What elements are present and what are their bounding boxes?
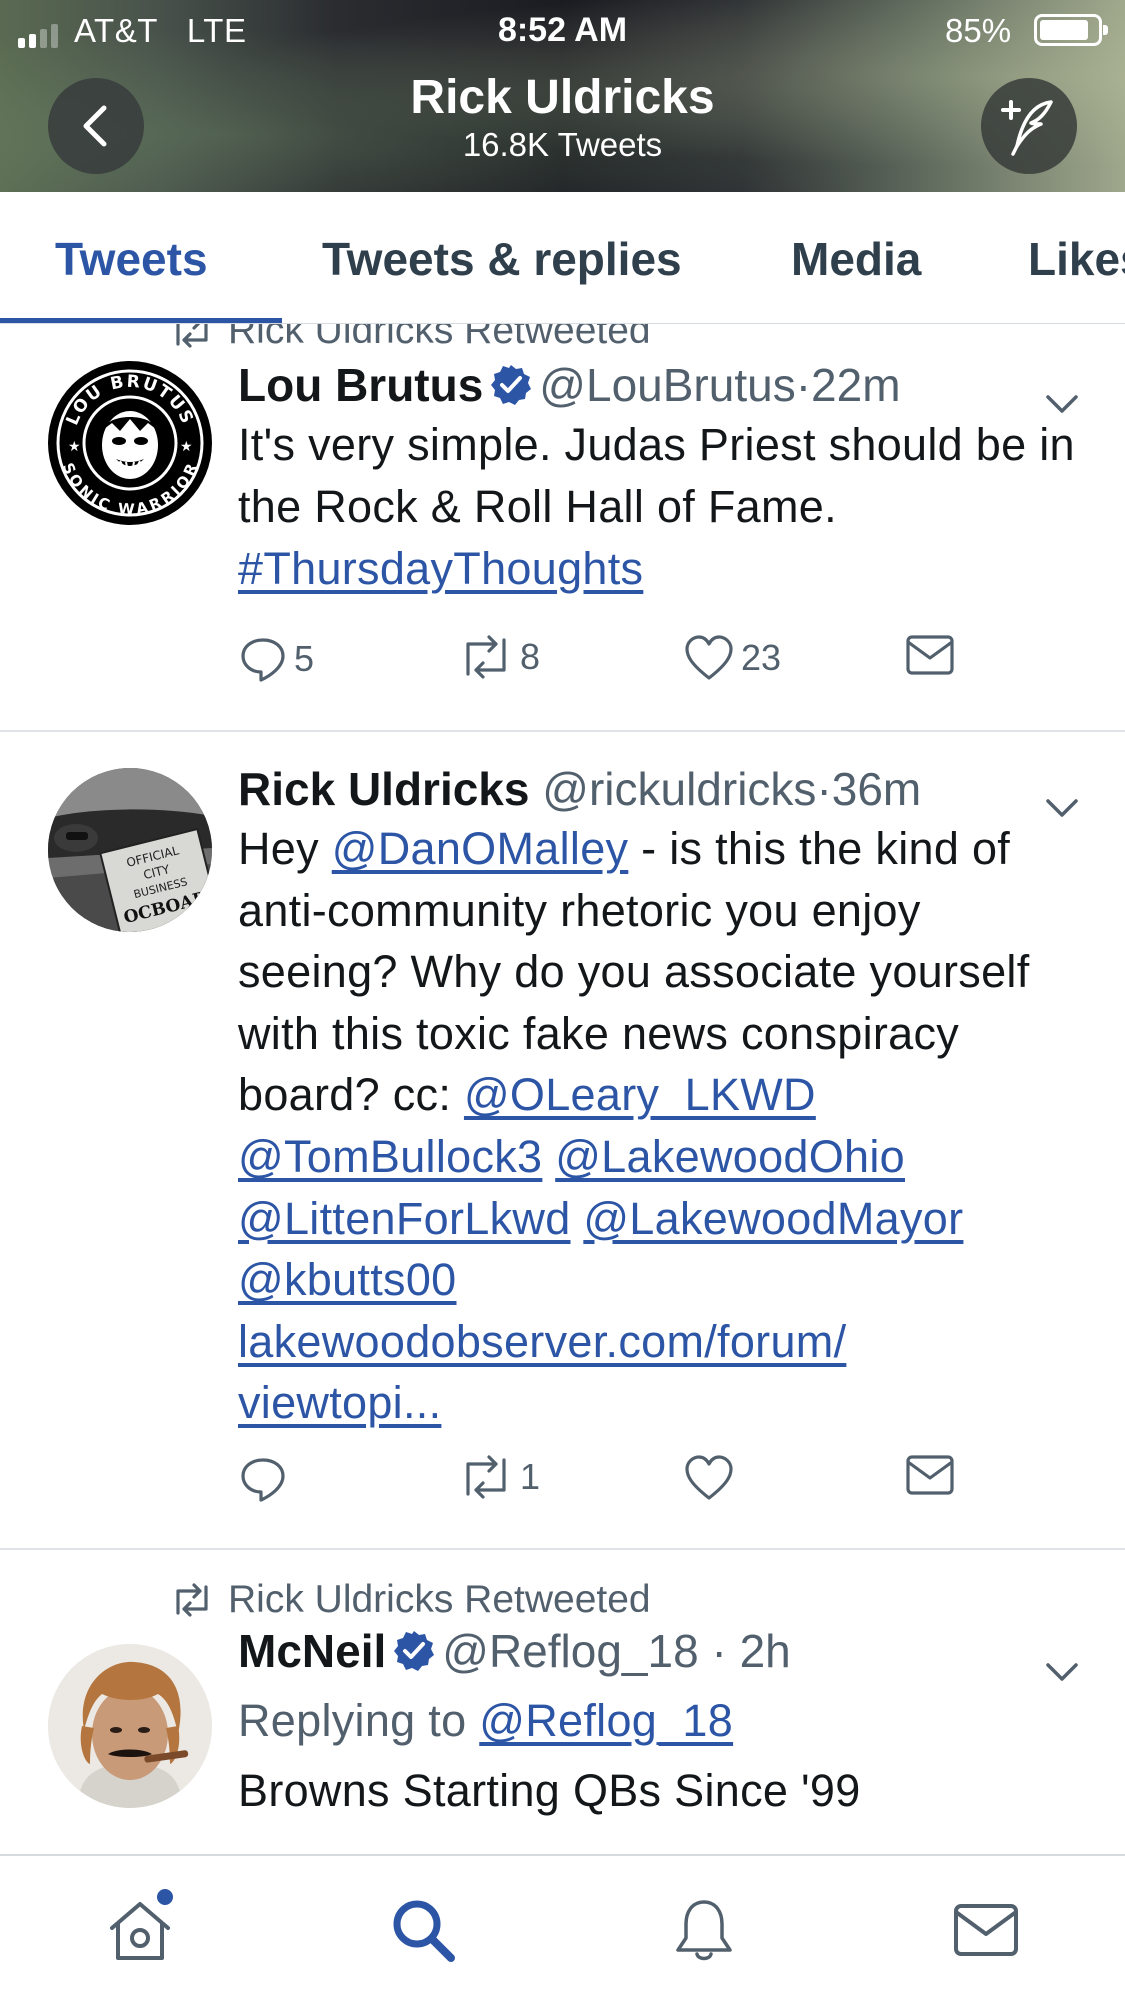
verified-badge-icon bbox=[394, 1631, 435, 1671]
reply-button[interactable]: 5 bbox=[238, 634, 314, 684]
tweet-text: Hey @DanOMalley - is this the kind of an… bbox=[238, 818, 1078, 1434]
profile-tweet-count: 16.8K Tweets bbox=[462, 126, 663, 163]
replying-to-label: Replying to bbox=[238, 1695, 467, 1746]
retweet-icon bbox=[466, 1455, 506, 1499]
tweet-author-handle[interactable]: @Reflog_18 bbox=[442, 1625, 698, 1677]
mcneil-photo-avatar bbox=[48, 1644, 212, 1808]
avatar-rick-uldricks[interactable]: OFFICIAL CITY BUSINESS OCBOAR bbox=[48, 768, 212, 932]
like-count: 23 bbox=[741, 637, 782, 678]
reply-bubble-icon bbox=[241, 638, 285, 682]
retweet-context-label: Rick Uldricks Retweeted bbox=[228, 1578, 651, 1621]
tab-likes[interactable]: Likes bbox=[1028, 232, 1125, 286]
tweet-text-prefix: Hey bbox=[238, 823, 319, 874]
mention-link[interactable]: @kbutts00 bbox=[238, 1254, 457, 1305]
url-link-continued[interactable]: viewtopi... bbox=[238, 1377, 441, 1428]
tweet-author-handle[interactable]: @LouBrutus bbox=[539, 359, 795, 411]
retweet-context-label: Rick Uldricks Retweeted bbox=[228, 324, 651, 352]
battery-icon bbox=[1034, 14, 1108, 46]
reply-bubble-icon bbox=[241, 1458, 285, 1502]
reply-count: 5 bbox=[294, 638, 315, 679]
heart-icon bbox=[685, 1455, 733, 1500]
rick-uldricks-photo-avatar: OFFICIAL CITY BUSINESS OCBOAR bbox=[48, 768, 212, 932]
hashtag-link[interactable]: #ThursdayThoughts bbox=[238, 543, 643, 594]
tweet-item[interactable]: Rick Uldricks Retweeted McNeil @Reflog_18… bbox=[0, 1550, 1125, 1854]
profile-tabs: Tweets Tweets & replies Media Likes bbox=[0, 192, 1125, 324]
tweet-author-handle[interactable]: @rickuldricks bbox=[542, 763, 816, 815]
retweet-icon bbox=[176, 324, 208, 348]
mail-icon bbox=[906, 1455, 954, 1495]
lou-brutus-logo-avatar: LOU BRUTUS SONIC WARRIOR ★ ★ bbox=[50, 363, 210, 523]
compose-quill-icon bbox=[1001, 100, 1053, 156]
retweet-button[interactable]: 1 bbox=[458, 1454, 540, 1500]
verified-badge-icon bbox=[491, 365, 532, 405]
tweet-header: Rick Uldricks @rickuldricks·36m bbox=[238, 762, 921, 816]
tweet-header: McNeil @Reflog_18 · 2h bbox=[238, 1624, 791, 1678]
retweet-context: Rick Uldricks Retweeted bbox=[170, 324, 651, 353]
tweet-timestamp[interactable]: 2h bbox=[740, 1625, 791, 1677]
avatar-mcneil[interactable] bbox=[48, 1644, 212, 1808]
tweet-feed[interactable]: Rick Uldricks Retweeted LOU BRUTUS SONIC… bbox=[0, 324, 1125, 1854]
retweet-context: Rick Uldricks Retweeted bbox=[170, 1578, 651, 1622]
nav-search-button[interactable] bbox=[387, 1894, 459, 1966]
tweet-timestamp[interactable]: 36m bbox=[832, 763, 921, 815]
url-link[interactable]: lakewoodobserver.com/forum/ bbox=[238, 1316, 846, 1367]
tweet-text-content: Browns Starting QBs Since '99 bbox=[238, 1765, 861, 1816]
tweet-item[interactable]: Rick Uldricks Retweeted LOU BRUTUS SONIC… bbox=[0, 324, 1125, 732]
tweet-options-chevron-down-icon[interactable] bbox=[1042, 1658, 1082, 1686]
profile-name: Rick Uldricks bbox=[410, 71, 715, 124]
retweet-count: 1 bbox=[520, 1456, 541, 1497]
retweet-icon bbox=[466, 635, 506, 679]
mention-link[interactable]: @TomBullock3 bbox=[238, 1131, 542, 1182]
avatar-lou-brutus[interactable]: LOU BRUTUS SONIC WARRIOR ★ ★ bbox=[48, 361, 212, 525]
heart-icon bbox=[685, 635, 733, 680]
mail-icon bbox=[954, 1904, 1018, 1956]
tweet-text: It's very simple. Judas Priest should be… bbox=[238, 414, 1078, 600]
mention-link[interactable]: @LittenForLkwd bbox=[238, 1193, 571, 1244]
mention-link[interactable]: @DanOMalley bbox=[332, 823, 629, 874]
profile-header: AT&T LTE 8:52 AM 85% Rick Uldricks 16.8K… bbox=[0, 0, 1125, 192]
direct-message-button[interactable] bbox=[905, 1454, 955, 1496]
tab-media[interactable]: Media bbox=[791, 232, 921, 286]
retweet-count: 8 bbox=[520, 636, 541, 677]
retweet-button[interactable]: 8 bbox=[458, 634, 540, 680]
replying-to-context: Replying to @Reflog_18 bbox=[238, 1690, 1078, 1752]
compose-tweet-button[interactable] bbox=[981, 78, 1077, 174]
mention-link[interactable]: @LakewoodOhio bbox=[555, 1131, 905, 1182]
home-new-content-badge bbox=[154, 1886, 176, 1908]
reply-button[interactable] bbox=[238, 1454, 294, 1504]
tweet-separator-dot: · bbox=[711, 1625, 727, 1677]
like-button[interactable]: 23 bbox=[683, 634, 781, 682]
direct-message-button[interactable] bbox=[905, 634, 955, 676]
tweet-separator-dot: · bbox=[795, 359, 812, 411]
tab-tweets[interactable]: Tweets bbox=[55, 232, 208, 286]
battery-percent: 85% bbox=[945, 12, 1012, 49]
tweet-author-name[interactable]: McNeil bbox=[238, 1625, 386, 1677]
tweet-header: Lou Brutus @LouBrutus·22m bbox=[238, 358, 901, 412]
mention-link[interactable]: @OLeary_LKWD bbox=[464, 1069, 816, 1120]
tweet-text-content: It's very simple. Judas Priest should be… bbox=[238, 419, 1075, 532]
tweet-timestamp[interactable]: 22m bbox=[811, 359, 900, 411]
like-button[interactable] bbox=[683, 1454, 741, 1502]
tweet-author-name[interactable]: Rick Uldricks bbox=[238, 763, 529, 815]
mention-link[interactable]: @LakewoodMayor bbox=[583, 1193, 963, 1244]
mail-icon bbox=[906, 635, 954, 675]
replying-to-link[interactable]: @Reflog_18 bbox=[479, 1695, 733, 1746]
tweet-author-name[interactable]: Lou Brutus bbox=[238, 359, 483, 411]
svg-text:★: ★ bbox=[180, 438, 193, 454]
tweet-item[interactable]: OFFICIAL CITY BUSINESS OCBOAR Rick Uldri… bbox=[0, 732, 1125, 1550]
nav-notifications-button[interactable] bbox=[668, 1894, 740, 1966]
status-bar: AT&T LTE 8:52 AM 85% bbox=[0, 0, 1125, 58]
bottom-navigation bbox=[0, 1854, 1125, 2001]
retweet-icon bbox=[176, 1583, 208, 1617]
search-icon bbox=[393, 1900, 455, 1962]
tab-tweets-and-replies[interactable]: Tweets & replies bbox=[322, 232, 682, 286]
tweet-separator-dot: · bbox=[816, 763, 832, 815]
active-tab-indicator bbox=[0, 318, 282, 323]
tweet-text: Browns Starting QBs Since '99 bbox=[238, 1760, 1078, 1822]
svg-text:★: ★ bbox=[68, 438, 81, 454]
nav-messages-button[interactable] bbox=[950, 1894, 1022, 1966]
bell-icon bbox=[676, 1900, 732, 1961]
